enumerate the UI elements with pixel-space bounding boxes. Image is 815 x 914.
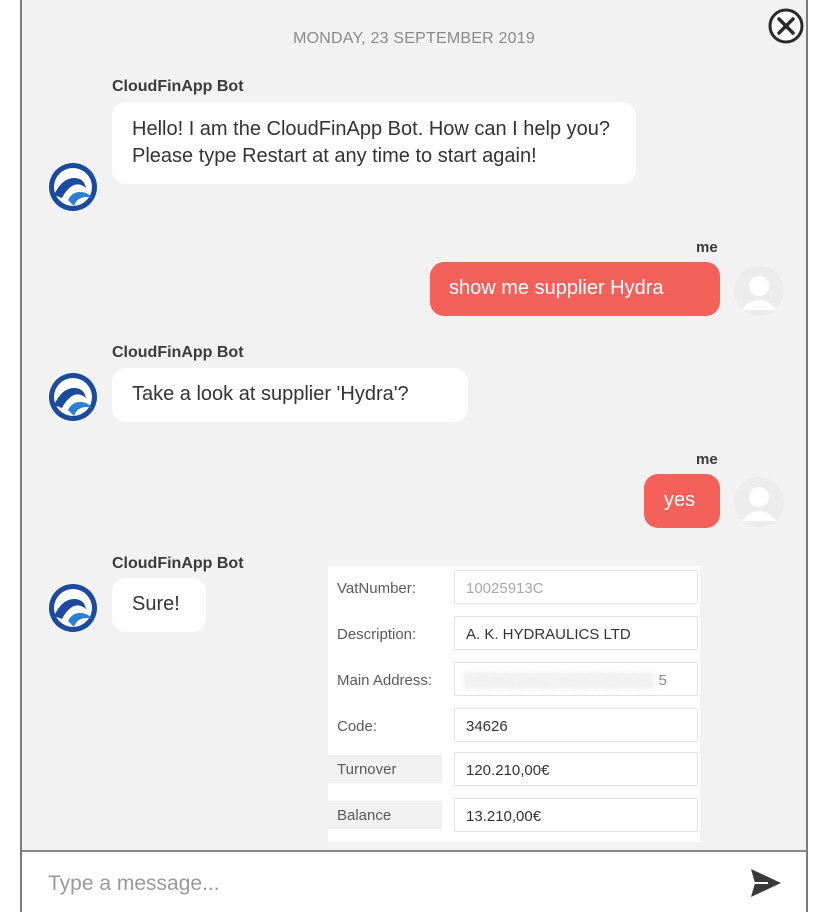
field-value: A. K. HYDRAULICS LTD: [454, 616, 698, 650]
field-value: ░░░░░░░░░░░░░░░░░░ 5: [454, 662, 698, 696]
message-input[interactable]: [46, 866, 710, 902]
bot-message-bubble: Take a look at supplier 'Hydra'?: [112, 368, 468, 422]
send-button[interactable]: [748, 866, 784, 900]
field-value: 10025913C: [454, 570, 698, 604]
field-label: Turnover: [328, 755, 442, 783]
bot-message-bubble: Sure!: [112, 578, 206, 632]
address-suffix: 5: [658, 672, 667, 689]
supplier-card: VatNumber: 10025913C Description: A. K. …: [328, 566, 700, 842]
bot-message-bubble: Hello! I am the CloudFinApp Bot. How can…: [112, 102, 636, 184]
user-avatar-icon: [734, 266, 784, 316]
user-message-bubble: show me supplier Hydra: [430, 262, 720, 316]
field-row-main-address: Main Address: ░░░░░░░░░░░░░░░░░░ 5: [328, 662, 700, 698]
field-row-vatnumber: VatNumber: 10025913C: [328, 570, 700, 606]
send-icon: [751, 869, 781, 897]
bot-sender-name: CloudFinApp Bot: [112, 344, 244, 361]
cloudfinapp-logo-icon: [49, 163, 97, 211]
field-label: Main Address:: [337, 672, 433, 689]
close-circle-icon: [768, 8, 804, 44]
field-row-balance: Balance 13.210,00€: [328, 798, 700, 834]
field-value: 34626: [454, 708, 698, 742]
bot-avatar: [48, 583, 98, 633]
field-value: 13.210,00€: [454, 798, 698, 832]
field-value: 120.210,00€: [454, 752, 698, 786]
field-label: VatNumber:: [337, 580, 416, 597]
bot-avatar: [48, 372, 98, 422]
bot-sender-name: CloudFinApp Bot: [112, 555, 244, 572]
date-separator: MONDAY, 23 SEPTEMBER 2019: [293, 30, 535, 47]
close-button[interactable]: [766, 6, 806, 46]
field-row-description: Description: A. K. HYDRAULICS LTD: [328, 616, 700, 652]
user-sender-name: me: [696, 239, 718, 256]
user-avatar-icon: [734, 477, 784, 527]
user-avatar: [734, 266, 784, 316]
redacted-address: ░░░░░░░░░░░░░░░░░░: [463, 672, 655, 689]
field-label: Code:: [337, 718, 378, 735]
field-row-code: Code: 34626: [328, 708, 700, 744]
field-row-turnover: Turnover 120.210,00€: [328, 752, 700, 788]
user-message-bubble: yes: [644, 474, 720, 528]
cloudfinapp-logo-icon: [49, 373, 97, 421]
bot-sender-name: CloudFinApp Bot: [112, 78, 244, 95]
cloudfinapp-logo-icon: [49, 584, 97, 632]
user-avatar: [734, 477, 784, 527]
field-label: Balance: [328, 801, 442, 829]
bot-avatar: [48, 162, 98, 212]
message-composer: [22, 850, 806, 912]
field-label: Description:: [337, 626, 417, 643]
user-sender-name: me: [696, 451, 718, 468]
